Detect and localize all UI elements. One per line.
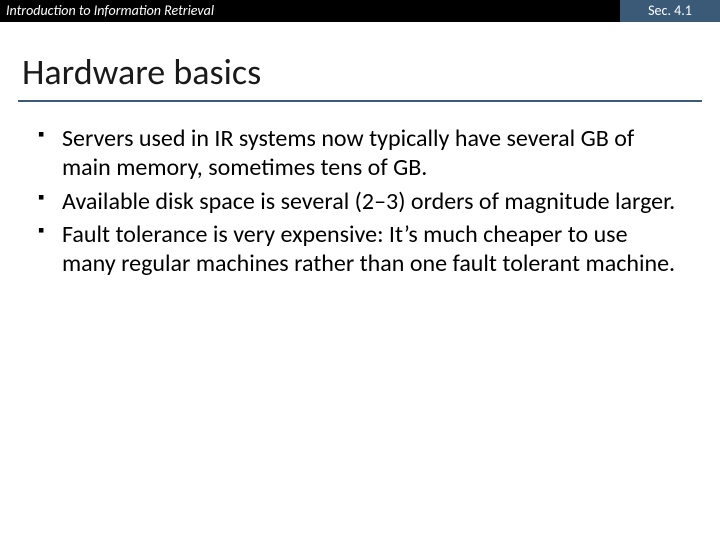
section-label: Sec. 4.1 [620,0,720,22]
slide: Introduction to Information Retrieval Se… [0,0,720,540]
bullet-list: Servers used in IR systems now typically… [34,124,686,278]
title-underline [18,100,702,102]
bullet-item: Servers used in IR systems now typically… [34,124,686,183]
bullet-item: Fault tolerance is very expensive: It’s … [34,220,686,279]
course-title: Introduction to Information Retrieval [0,0,620,22]
slide-body: Servers used in IR systems now typically… [0,124,720,278]
bullet-item: Available disk space is several (2–3) or… [34,187,686,216]
slide-title: Hardware basics [22,50,720,94]
top-bar: Introduction to Information Retrieval Se… [0,0,720,22]
